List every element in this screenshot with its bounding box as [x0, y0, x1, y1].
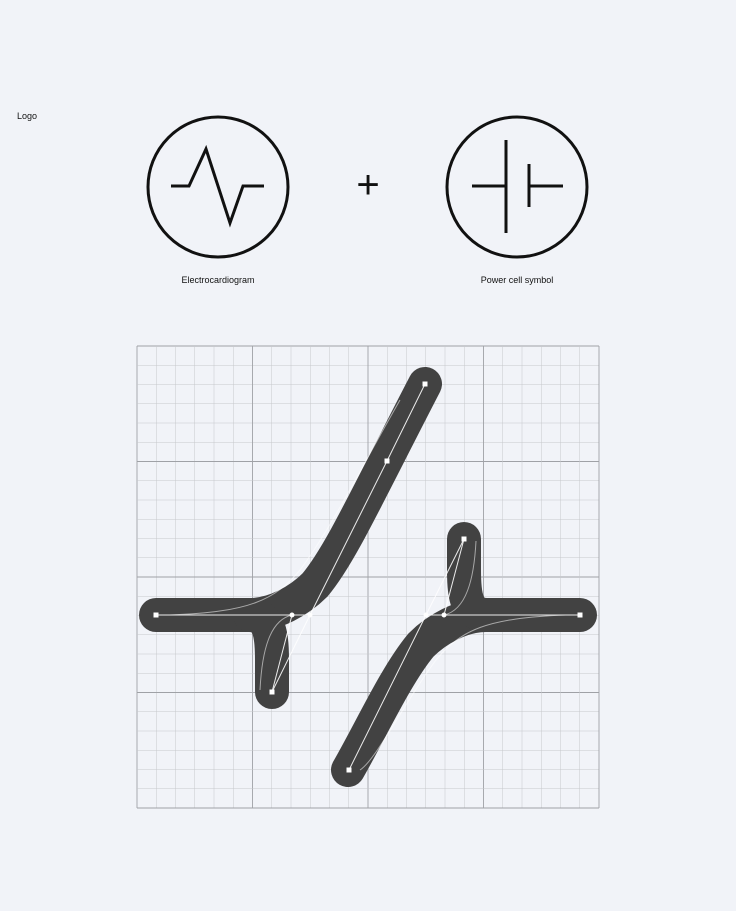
- anchor-point: [346, 767, 352, 773]
- anchor-point: [441, 612, 447, 618]
- anchor-point: [269, 689, 275, 695]
- anchor-point: [461, 536, 467, 542]
- anchor-point: [422, 381, 428, 387]
- anchor-point: [153, 612, 159, 618]
- anchor-point: [423, 612, 429, 618]
- logo-construction-diagram: [136, 345, 600, 809]
- anchor-point: [384, 458, 390, 464]
- anchor-point: [577, 612, 583, 618]
- anchor-point: [289, 612, 295, 618]
- anchor-point: [307, 612, 313, 618]
